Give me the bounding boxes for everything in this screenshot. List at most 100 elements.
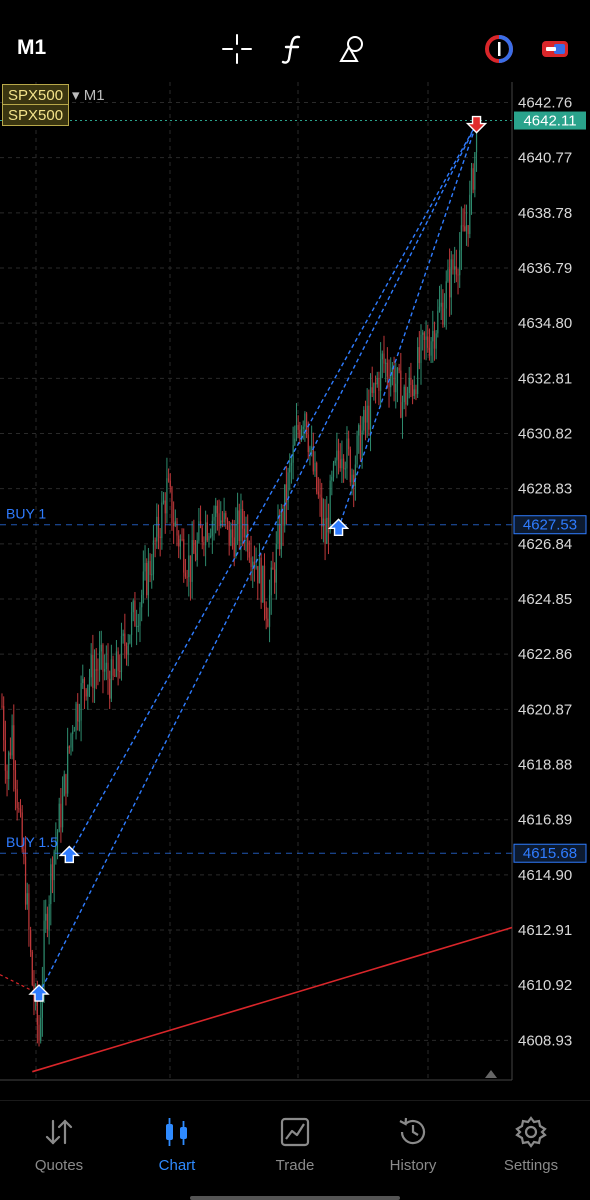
candle-body [109, 678, 111, 699]
candle-body [3, 706, 5, 741]
price-tick-label: 4612.91 [518, 922, 572, 939]
candle-body [189, 555, 192, 582]
tab-label: History [389, 1157, 437, 1174]
candle-body [110, 659, 112, 699]
price-tick-label: 4614.90 [518, 867, 572, 884]
candle-body [305, 413, 308, 435]
candle-body [228, 521, 230, 546]
price-tick-label: 4610.92 [518, 977, 572, 994]
candle-body [380, 359, 382, 391]
candle-body [215, 505, 217, 517]
candle-body [161, 502, 163, 539]
candle-body [376, 378, 378, 385]
candle-body [82, 678, 84, 684]
candle-body [332, 463, 335, 477]
candle-body [398, 367, 400, 371]
candle-body [408, 377, 410, 394]
candle-body [206, 522, 208, 541]
candle-body [9, 752, 12, 756]
candle-body [205, 522, 207, 546]
trade-connection-line [337, 123, 478, 529]
candle-body [358, 425, 360, 436]
signal-icon[interactable] [482, 32, 516, 66]
candle-body [230, 529, 232, 546]
candle-body [368, 405, 370, 430]
candle-body [58, 803, 60, 832]
candle-body [364, 409, 367, 423]
candle-body [351, 474, 353, 483]
buy-arrow-icon [327, 518, 350, 537]
candle-body [319, 494, 321, 498]
candle-body [401, 402, 404, 418]
candle-body [151, 574, 153, 576]
candle-body [198, 521, 200, 541]
candle-body [48, 904, 50, 930]
candle-body [28, 893, 30, 930]
tab-chart[interactable]: Chart [118, 1115, 236, 1185]
timeframe-button[interactable]: M1 [17, 36, 46, 60]
candle-body [136, 625, 138, 627]
candle-body [386, 362, 388, 377]
candle-body [299, 429, 301, 439]
candle-body [314, 463, 316, 472]
objects-icon[interactable] [335, 32, 369, 66]
candle-body [65, 774, 67, 794]
price-tick-label: 4622.86 [518, 646, 572, 663]
symbol-badge[interactable]: SPX500 [2, 84, 70, 106]
candle-body [243, 528, 245, 538]
indicators-icon[interactable] [277, 32, 311, 66]
candle-body [443, 308, 446, 325]
chart-area[interactable]: 4642.76 4640.77 4638.78 4636.79 4634.80 4632.… [0, 82, 590, 1082]
candle-body [124, 633, 126, 647]
order-level-label: BUY 1 [6, 506, 46, 522]
candle-body [154, 540, 156, 542]
candle-body [19, 809, 22, 813]
candle-body [250, 557, 252, 567]
candle-body [203, 542, 205, 546]
candle-body [290, 462, 293, 466]
chart-icon [166, 1118, 187, 1146]
candle-body [90, 654, 92, 678]
candle-body [331, 476, 333, 481]
price-tick-label: 4608.93 [518, 1032, 572, 1049]
tab-trade[interactable]: Trade [236, 1115, 354, 1185]
price-tick-label: 4624.85 [518, 591, 572, 608]
candle-body [344, 468, 346, 470]
candle-body [272, 567, 274, 570]
price-tick-label: 4628.83 [518, 481, 572, 498]
sell-arrow-icon [465, 115, 488, 134]
tab-history[interactable]: History [354, 1115, 472, 1185]
candle-body [178, 535, 180, 547]
crosshair-icon[interactable] [220, 32, 254, 66]
candle-body [324, 518, 326, 545]
price-chart[interactable]: 4642.76 4640.77 4638.78 4636.79 4634.80 4632.… [0, 82, 590, 1082]
candle-body [139, 607, 141, 626]
candle-body [174, 521, 176, 526]
order-level-price-label: 4627.53 [523, 517, 577, 534]
order-level-price-label: 4615.68 [523, 845, 577, 862]
candle-body [359, 425, 362, 460]
candle-body [181, 539, 183, 541]
candle-body [390, 375, 392, 388]
candle-body [88, 677, 91, 685]
chart-timeframe-label[interactable]: ▾ M1 [72, 86, 105, 104]
account-icon[interactable] [538, 32, 572, 66]
candle-body [321, 497, 323, 527]
candle-body [349, 449, 351, 483]
candle-body [141, 594, 143, 608]
candle-body [61, 795, 64, 828]
candle-body [223, 513, 225, 523]
candle-body [1, 705, 3, 707]
candle-body [24, 856, 27, 905]
candle-body [83, 678, 86, 690]
candle-body [433, 330, 436, 349]
tab-quotes[interactable]: Quotes [0, 1115, 118, 1185]
order-level-label: BUY 1.5 [6, 834, 58, 850]
tab-label: Quotes [34, 1157, 84, 1174]
candle-body [92, 654, 94, 688]
candle-body [339, 459, 341, 469]
candle-body [464, 226, 466, 232]
candle-body [16, 789, 18, 809]
tab-settings[interactable]: Settings [472, 1115, 590, 1185]
candle-body [316, 463, 318, 492]
